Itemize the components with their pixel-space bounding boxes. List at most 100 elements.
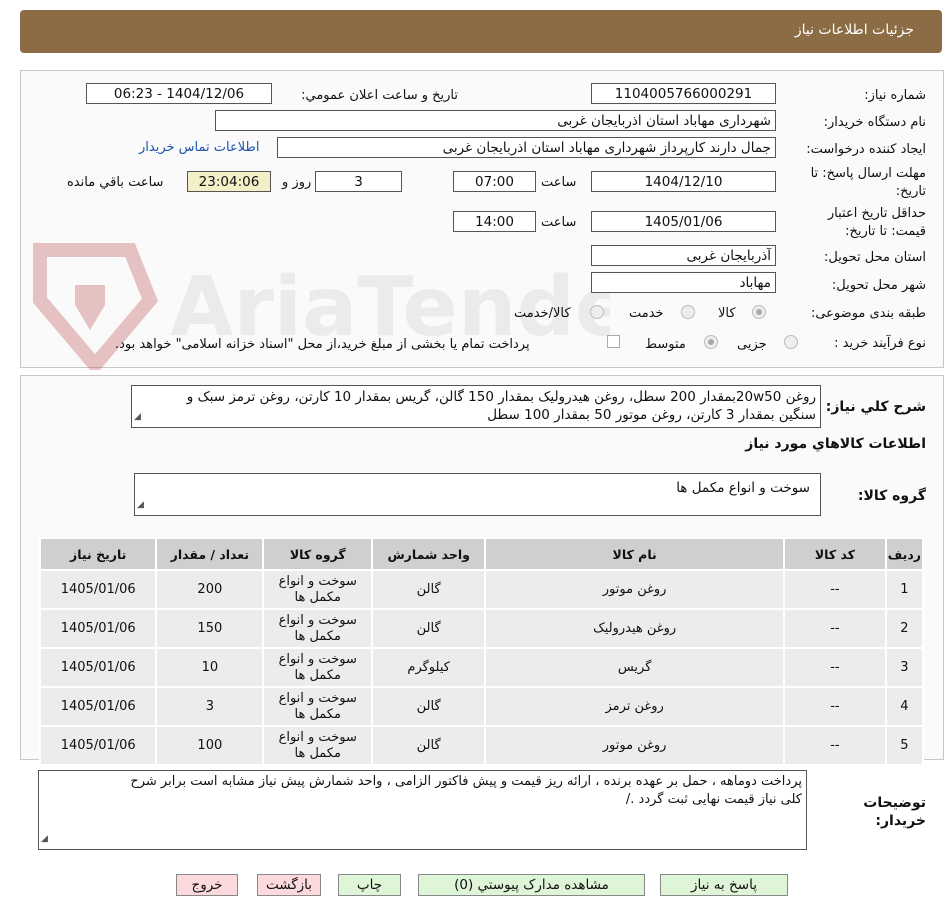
resize-grip-icon[interactable]: ◢ [134, 408, 141, 426]
notes-label-1: توضیحات [863, 795, 926, 811]
validity-date-field[interactable]: 1405/01/06 [591, 211, 776, 232]
summary-textarea[interactable]: روغن 20w50بمقدار 200 سطل، روغن هیدرولیک … [131, 385, 821, 428]
category-option-goods: کالا [718, 306, 736, 321]
col-group: گروه کالا [264, 539, 372, 569]
row-qty: 100 [157, 727, 263, 764]
row-code: -- [785, 688, 885, 725]
province-label: استان محل تحویل: [824, 250, 926, 265]
row-group: سوخت و انواع مکمل ها [264, 688, 372, 725]
notes-label-2: خریدار: [875, 813, 926, 829]
announce-field[interactable]: 1404/12/06 - 06:23 [86, 83, 272, 104]
row-unit: گالن [373, 727, 485, 764]
process-radio-medium[interactable] [704, 335, 718, 349]
category-radio-goods-service[interactable] [590, 305, 604, 319]
goods-group-textarea[interactable]: سوخت و انواع مکمل ها ◢ [134, 473, 821, 516]
row-group: سوخت و انواع مکمل ها [264, 610, 372, 647]
need-number-label: شماره نیاز: [864, 88, 926, 103]
summary-line-2: سنگین بمقدار 3 کارتن، روغن موتور 50 بمقد… [487, 407, 816, 423]
requester-label: ایجاد کننده درخواست: [806, 142, 926, 157]
row-group-line-2: مکمل ها [294, 667, 341, 683]
notes-textarea[interactable]: پرداخت دوماهه ، حمل بر عهده برنده ، ارائ… [38, 770, 807, 850]
days-field[interactable]: 3 [315, 171, 402, 192]
row-index: 1 [886, 571, 922, 608]
validity-label-1: حداقل تاريخ اعتبار [827, 206, 926, 221]
col-name: نام کالا [486, 539, 784, 569]
back-button[interactable]: بازگشت [257, 874, 321, 896]
row-date: 1405/01/06 [41, 727, 156, 764]
buyer-org-field[interactable]: شهرداری مهاباد استان اذربایجان غربی [215, 110, 776, 131]
row-unit: کیلوگرم [373, 649, 485, 686]
validity-time-label: ساعت [541, 215, 577, 230]
row-index: 5 [886, 727, 922, 764]
deadline-label-2: تاریخ: [895, 184, 926, 199]
buyer-org-label: نام دستگاه خریدار: [823, 115, 926, 130]
col-index: رديف [886, 539, 922, 569]
table-row: 3 -- گریس کیلوگرم سوخت و انواع مکمل ها 10… [41, 649, 922, 686]
process-label: نوع فرآیند خرید : [834, 336, 926, 351]
row-group: سوخت و انواع مکمل ها [264, 649, 372, 686]
row-date: 1405/01/06 [41, 610, 156, 647]
row-group-line-1: سوخت و انواع [278, 690, 357, 706]
col-code: کد کالا [785, 539, 885, 569]
process-radio-minor[interactable] [784, 335, 798, 349]
deadline-date-field[interactable]: 1404/12/10 [591, 171, 776, 192]
row-code: -- [785, 571, 885, 608]
process-option-minor: جزیی [737, 337, 767, 352]
row-group-line-2: مکمل ها [294, 745, 341, 761]
attachments-button[interactable]: مشاهده مدارک پيوستي (0) [418, 874, 645, 896]
row-name: گریس [486, 649, 784, 686]
resize-grip-icon[interactable]: ◢ [137, 496, 144, 514]
category-option-service: خدمت [629, 306, 664, 321]
notes-line-1: پرداخت دوماهه ، حمل بر عهده برنده ، ارائ… [130, 774, 802, 789]
row-name: روغن ترمز [486, 688, 784, 725]
goods-section-title: اطلاعات کالاهاي مورد نياز [745, 436, 926, 452]
row-group-line-1: سوخت و انواع [278, 651, 357, 667]
row-code: -- [785, 727, 885, 764]
row-qty: 10 [157, 649, 263, 686]
row-index: 3 [886, 649, 922, 686]
reply-button[interactable]: پاسخ به نياز [660, 874, 788, 896]
col-date: تاريخ نياز [41, 539, 156, 569]
row-index: 4 [886, 688, 922, 725]
goods-group-label: گروه کالا: [857, 488, 926, 504]
remaining-time-field: 23:04:06 [187, 171, 271, 192]
row-name: روغن هیدرولیک [486, 610, 784, 647]
row-group-line-1: سوخت و انواع [278, 612, 357, 628]
row-code: -- [785, 610, 885, 647]
city-field[interactable]: مهاباد [591, 272, 776, 293]
row-group: سوخت و انواع مکمل ها [264, 727, 372, 764]
col-unit: واحد شمارش [373, 539, 485, 569]
process-option-medium: متوسط [645, 337, 686, 352]
row-code: -- [785, 649, 885, 686]
row-group: سوخت و انواع مکمل ها [264, 571, 372, 608]
table-row: 1 -- روغن موتور گالن سوخت و انواع مکمل ها… [41, 571, 922, 608]
row-name: روغن موتور [486, 571, 784, 608]
buyer-contact-link[interactable]: اطلاعات تماس خریدار [139, 140, 259, 155]
resize-grip-icon[interactable]: ◢ [41, 830, 48, 848]
row-group-line-2: مکمل ها [294, 628, 341, 644]
row-group-line-2: مکمل ها [294, 706, 341, 722]
row-qty: 3 [157, 688, 263, 725]
row-unit: گالن [373, 571, 485, 608]
validity-label-2: قيمت: تا تاريخ: [845, 224, 926, 239]
days-label: روز و [282, 175, 312, 190]
remaining-label: ساعت باقي مانده [67, 175, 164, 190]
announce-label: تاریخ و ساعت اعلان عمومي: [301, 88, 458, 103]
category-radio-goods[interactable] [752, 305, 766, 319]
summary-label: شرح کلي نياز: [825, 399, 926, 415]
table-header-row: رديف کد کالا نام کالا واحد شمارش گروه کا… [41, 539, 922, 569]
deadline-time-label: ساعت [541, 175, 577, 190]
need-number-field[interactable]: 1104005766000291 [591, 83, 776, 104]
requester-field[interactable]: جمال دارند کارپرداز شهرداری مهاباد استان… [277, 137, 776, 158]
page-title: جزئیات اطلاعات نیاز [794, 22, 914, 38]
deadline-time-field[interactable]: 07:00 [453, 171, 536, 192]
validity-time-field[interactable]: 14:00 [453, 211, 536, 232]
city-label: شهر محل تحویل: [831, 278, 926, 293]
col-qty: تعداد / مقدار [157, 539, 263, 569]
category-label: طبقه بندی موضوعی: [810, 306, 926, 321]
print-button[interactable]: چاپ [338, 874, 401, 896]
category-radio-service[interactable] [681, 305, 695, 319]
treasury-payment-checkbox[interactable] [607, 335, 620, 348]
exit-button[interactable]: خروج [176, 874, 238, 896]
province-field[interactable]: آذربایجان غربی [591, 245, 776, 266]
